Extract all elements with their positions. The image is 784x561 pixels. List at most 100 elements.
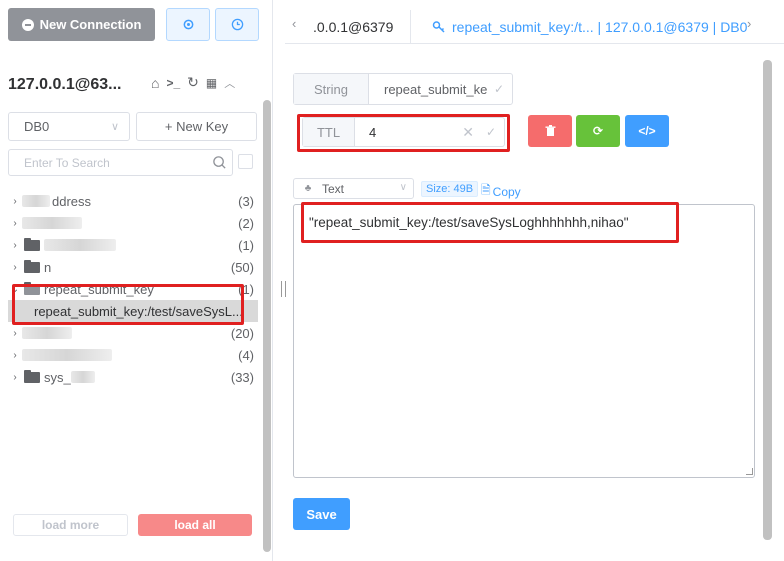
redacted-block bbox=[22, 217, 82, 229]
db-select-value: DB0 bbox=[24, 119, 50, 134]
detail-scrollbar[interactable] bbox=[763, 60, 772, 540]
format-select[interactable]: ♣ Text ∨ bbox=[293, 178, 414, 199]
tree-folder[interactable]: › n (50) bbox=[8, 256, 258, 278]
settings-button[interactable] bbox=[166, 8, 210, 41]
delete-key-button[interactable] bbox=[528, 115, 572, 147]
chevron-down-icon: ∨ bbox=[110, 121, 119, 133]
save-button[interactable]: Save bbox=[293, 498, 350, 530]
tree-folder[interactable]: › (1) bbox=[8, 234, 258, 256]
tree-folder-name: ddress bbox=[52, 193, 92, 209]
copy-label: Copy bbox=[492, 184, 521, 199]
code-view-button[interactable]: </> bbox=[625, 115, 669, 147]
chevron-right-icon: › bbox=[13, 349, 17, 361]
home-icon[interactable]: ⌂ bbox=[151, 75, 159, 91]
redacted-block bbox=[22, 327, 72, 339]
panel-divider bbox=[272, 0, 273, 561]
chevron-up-icon[interactable]: ︿ bbox=[224, 75, 235, 91]
folder-icon bbox=[24, 369, 40, 383]
search-input[interactable]: Enter To Search bbox=[8, 149, 233, 176]
connection-tools: ⌂ >_ ↻ ▦ ︿ bbox=[151, 74, 235, 91]
tree-folder[interactable]: › ddress (3) bbox=[8, 190, 258, 212]
key-name-input[interactable]: repeat_submit_ke bbox=[369, 74, 512, 104]
load-more-button[interactable]: load more bbox=[13, 514, 128, 536]
key-icon bbox=[432, 21, 445, 33]
tree-folder-count: (1) bbox=[238, 237, 254, 253]
key-name-group: String repeat_submit_ke ✓ bbox=[293, 73, 513, 105]
tab-key[interactable]: repeat_submit_key:/t... | 127.0.0.1@6379… bbox=[432, 10, 747, 44]
ttl-label: TTL bbox=[303, 118, 355, 146]
tree-folder[interactable]: › (4) bbox=[8, 344, 258, 366]
grid-icon[interactable]: ▦ bbox=[206, 76, 217, 90]
terminal-icon[interactable]: >_ bbox=[166, 76, 180, 90]
clear-icon[interactable]: ✕ bbox=[462, 124, 474, 141]
tree-folder-name: sys_ bbox=[44, 369, 71, 385]
value-text: "repeat_submit_key:/test/saveSysLoghhhhh… bbox=[309, 215, 629, 230]
redacted-block bbox=[44, 239, 116, 251]
hierarchy-icon: ♣ bbox=[304, 183, 312, 194]
tree-scrollbar[interactable] bbox=[263, 100, 271, 552]
key-tree: › ddress (3) › (2) › (1) › n (50) ⌄ repe… bbox=[8, 190, 258, 388]
check-icon[interactable]: ✓ bbox=[486, 125, 496, 139]
ttl-group: TTL 4 ✕ ✓ bbox=[302, 117, 505, 147]
tree-folder-count: (2) bbox=[238, 215, 254, 231]
tree-folder-count: (33) bbox=[230, 369, 254, 385]
document-icon: 🗎 bbox=[481, 183, 491, 197]
copy-button[interactable]: 🗎 Copy bbox=[481, 181, 521, 202]
code-icon: </> bbox=[638, 124, 656, 138]
load-all-button[interactable]: load all bbox=[138, 514, 252, 536]
tree-folder-count: (50) bbox=[230, 259, 254, 275]
tree-folder-count: (1) bbox=[238, 281, 254, 297]
format-select-value: Text bbox=[322, 181, 345, 196]
chevron-right-icon: › bbox=[13, 195, 17, 207]
chevron-right-icon: › bbox=[13, 261, 17, 273]
new-key-button[interactable]: + New Key bbox=[136, 112, 257, 141]
tree-folder-name: repeat_submit_key bbox=[44, 281, 154, 297]
exact-search-checkbox[interactable] bbox=[238, 154, 253, 169]
new-connection-label: New Connection bbox=[39, 17, 142, 32]
tree-folder-name: n bbox=[44, 259, 52, 275]
tab-connection[interactable]: .0.0.1@6379 bbox=[313, 10, 411, 44]
tree-folder-expanded[interactable]: ⌄ repeat_submit_key (1) bbox=[8, 278, 258, 300]
size-badge: Size: 49B bbox=[421, 181, 479, 197]
ttl-input[interactable]: 4 bbox=[355, 118, 504, 146]
tab-scroll-right-icon[interactable]: › bbox=[747, 16, 751, 31]
gear-icon bbox=[183, 19, 193, 30]
tree-folder-count: (3) bbox=[238, 193, 254, 209]
tree-folder-count: (4) bbox=[238, 347, 254, 363]
tree-folder[interactable]: › (20) bbox=[8, 322, 258, 344]
tab-label: repeat_submit_key:/t... | 127.0.0.1@6379… bbox=[452, 19, 748, 35]
trash-icon bbox=[545, 125, 555, 136]
value-textarea[interactable]: "repeat_submit_key:/test/saveSysLoghhhhh… bbox=[293, 204, 755, 478]
tree-folder[interactable]: › sys_ (33) bbox=[8, 366, 258, 388]
tree-folder-count: (20) bbox=[230, 325, 254, 341]
tree-folder[interactable]: › (2) bbox=[8, 212, 258, 234]
resize-handle[interactable] bbox=[281, 281, 286, 297]
plus-circle-icon bbox=[21, 18, 34, 31]
clock-icon bbox=[231, 18, 243, 31]
chevron-down-icon: ⌄ bbox=[10, 283, 20, 295]
redacted-block bbox=[22, 349, 112, 361]
search-placeholder: Enter To Search bbox=[24, 155, 110, 170]
check-icon[interactable]: ✓ bbox=[494, 82, 504, 96]
tab-label: .0.0.1@6379 bbox=[313, 19, 394, 35]
refresh-icon: ⟳ bbox=[592, 124, 604, 138]
textarea-resize-grip[interactable] bbox=[746, 468, 753, 475]
history-button[interactable] bbox=[215, 8, 259, 41]
folder-icon bbox=[24, 237, 40, 251]
chevron-right-icon: › bbox=[13, 371, 17, 383]
search-icon[interactable] bbox=[212, 155, 227, 170]
refresh-key-button[interactable]: ⟳ bbox=[576, 115, 620, 147]
chevron-right-icon: › bbox=[13, 217, 17, 229]
tree-key-name: repeat_submit_key:/test/saveSysL... bbox=[34, 303, 243, 319]
tab-scroll-left-icon[interactable]: ‹ bbox=[292, 16, 296, 31]
chevron-right-icon: › bbox=[13, 327, 17, 339]
connection-title[interactable]: 127.0.0.1@63... bbox=[8, 76, 121, 94]
db-select[interactable]: DB0 ∨ bbox=[8, 112, 130, 141]
new-key-label: + New Key bbox=[164, 119, 229, 134]
key-type-label: String bbox=[294, 74, 369, 104]
new-connection-button[interactable]: New Connection bbox=[8, 8, 155, 41]
refresh-icon[interactable]: ↻ bbox=[187, 74, 199, 91]
tree-key-selected[interactable]: repeat_submit_key:/test/saveSysL... bbox=[8, 300, 258, 322]
folder-open-icon bbox=[24, 281, 40, 295]
chevron-right-icon: › bbox=[13, 239, 17, 251]
